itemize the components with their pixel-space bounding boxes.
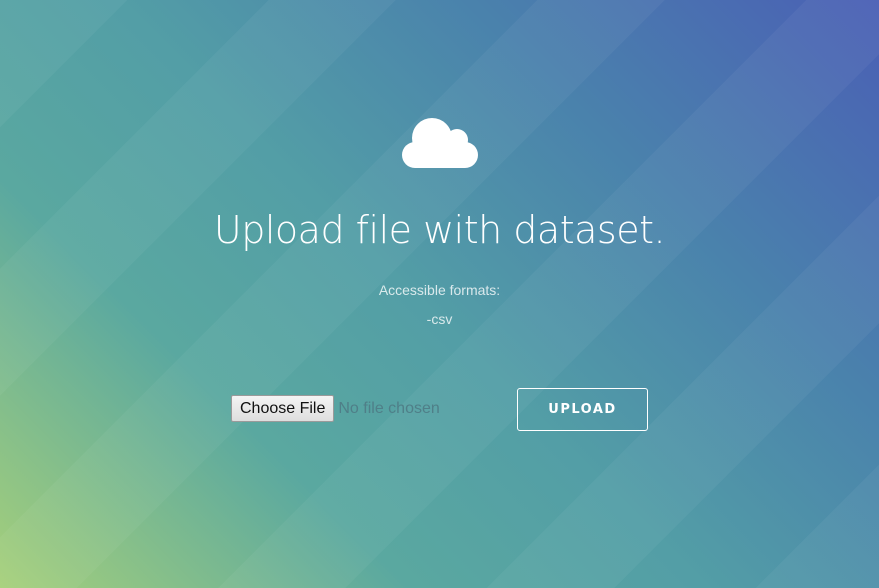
format-item-csv: -csv: [426, 311, 453, 327]
page-title: Upload file with dataset.: [213, 208, 666, 252]
file-input[interactable]: Choose File No file chosen: [231, 395, 440, 422]
cloud-icon: [402, 118, 478, 168]
formats-label: Accessible formats:: [378, 282, 501, 298]
upload-button[interactable]: UPLOAD: [517, 388, 648, 431]
choose-file-button[interactable]: Choose File: [231, 395, 335, 422]
file-status-text: No file chosen: [338, 399, 440, 417]
